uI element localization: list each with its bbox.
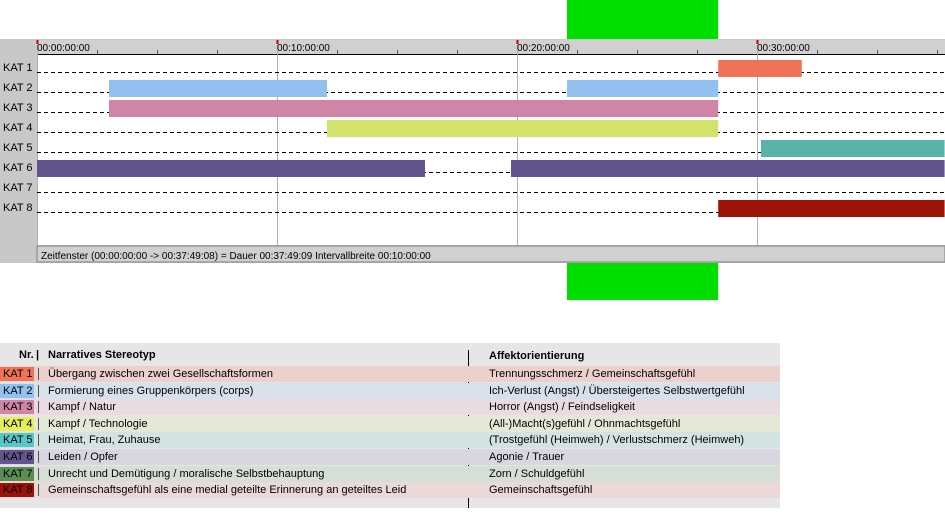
segment-bar [109, 100, 719, 117]
badge-separator [38, 434, 39, 447]
stereotype-text: Übergang zwischen zwei Gesellschaftsform… [48, 368, 273, 380]
affect-text: Zorn / Schuldgefühl [489, 467, 585, 480]
category-label: KAT 8 [3, 202, 33, 214]
affect-text: (All-)Macht(s)gefühl / Ohnmachtsgefühl [489, 417, 681, 430]
category-badge: KAT 6 [0, 450, 34, 464]
legend-row: KAT 8 Gemeinschaftsgefühl als eine medial… [0, 482, 780, 499]
stereotype-text: Leiden / Opfer [48, 451, 118, 463]
stereotype-text: Kampf / Technologie [48, 417, 148, 430]
category-badge: KAT 2 [0, 383, 34, 398]
affect-text: Ich-Verlust (Angst) / Übersteigertes Sel… [489, 384, 745, 397]
legend-table: Nr. | Narratives Stereotyp Affektorienti… [0, 343, 780, 508]
stereotype-text: Heimat, Frau, Zuhause [48, 434, 161, 447]
category-label: KAT 5 [3, 142, 33, 154]
segment-bar [511, 160, 945, 177]
header-nr: Nr. [19, 349, 34, 361]
legend-row: KAT 4 Kampf / Technologie (All-)Macht(s)ge… [0, 415, 780, 432]
segment-bar [761, 140, 945, 157]
stereotype-text: Unrecht und Demütigung / moralische Selb… [48, 467, 325, 480]
legend-row: KAT 5 Heimat, Frau, Zuhause (Trostgefühl (… [0, 432, 780, 449]
timeline-chart: 00:00:00:00 00:10:00:00 00:20:00:00 00:30:0… [0, 0, 945, 300]
badge-separator [38, 401, 39, 414]
category-label: KAT 4 [3, 122, 33, 134]
legend-row: KAT 3 Kampf / Natur Horror (Angst) / Feind… [0, 399, 780, 416]
category-badge: KAT 4 [0, 416, 34, 431]
status-text: Zeitfenster (00:00:00:00 -> 00:37:49:08)… [41, 251, 431, 262]
legend-row: KAT 2 Formierung eines Gruppenkörpers (co… [0, 382, 780, 399]
badge-separator [38, 451, 39, 463]
badge-separator [38, 467, 39, 480]
segment-bar [109, 80, 327, 97]
header-stereotype: Narratives Stereotyp [48, 349, 156, 361]
tick-label: 00:10:00:00 [277, 43, 330, 54]
affect-text: Agonie / Trauer [489, 451, 565, 463]
category-badge: KAT 5 [0, 433, 34, 448]
category-badge: KAT 3 [0, 400, 34, 415]
stereotype-text: Kampf / Natur [48, 401, 116, 414]
category-badge: KAT 7 [0, 466, 34, 481]
affect-text: (Trostgefühl (Heimweh) / Verlustschmerz … [489, 434, 745, 447]
category-label: KAT 6 [3, 162, 33, 174]
badge-separator [38, 368, 39, 380]
segment-bar [327, 120, 719, 137]
stereotype-text: Formierung eines Gruppenkörpers (corps) [48, 384, 254, 397]
affect-text: Horror (Angst) / Feindseligkeit [489, 401, 636, 414]
legend-row: KAT 6 Leiden / Opfer Agonie / Trauer [0, 449, 780, 465]
category-badge: KAT 1 [0, 367, 34, 381]
badge-separator [38, 384, 39, 397]
category-label: KAT 3 [3, 102, 33, 114]
category-label: KAT 1 [3, 62, 33, 74]
legend-row: KAT 1 Übergang zwischen zwei Gesellschaft… [0, 366, 780, 382]
header-affect: Affektorientierung [489, 350, 585, 362]
segment-bar [567, 80, 719, 97]
legend-row: KAT 7 Unrecht und Demütigung / moralische… [0, 465, 780, 482]
segment-bar [37, 160, 425, 177]
tick-label: 00:30:00:00 [757, 43, 810, 54]
category-badge: KAT 8 [0, 483, 34, 498]
stereotype-text: Gemeinschaftsgefühl als eine medial gete… [48, 484, 407, 497]
tick-label: 00:00:00:00 [37, 43, 90, 54]
affect-text: Gemeinschaftsgefühl [489, 484, 593, 497]
tick-label: 00:20:00:00 [517, 43, 570, 54]
header-sep: | [36, 349, 40, 361]
segment-bar [718, 60, 802, 77]
category-label: KAT 7 [3, 182, 33, 194]
badge-separator [38, 417, 39, 430]
badge-separator [38, 484, 39, 497]
affect-text: Trennungsschmerz / Gemeinschaftsgefühl [489, 368, 696, 380]
segment-bar [718, 200, 945, 217]
category-label: KAT 2 [3, 82, 33, 94]
